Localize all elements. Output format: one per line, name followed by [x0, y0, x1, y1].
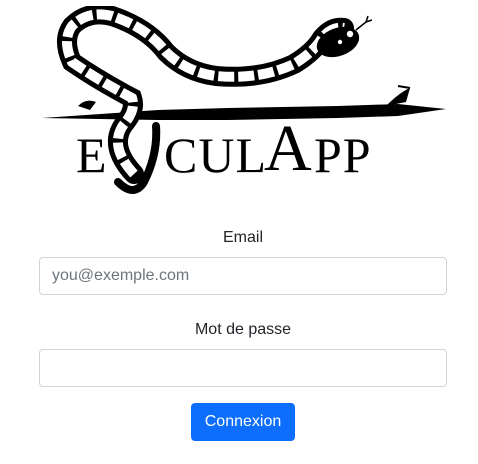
logo-letter-e: E [76, 127, 107, 183]
logo-wordmark: E CUL A PP [38, 112, 448, 182]
login-page: E CUL A PP Email Mot de passe Connexion [0, 0, 478, 464]
esculapp-logo: E CUL A PP [38, 6, 448, 202]
password-group: Mot de passe [39, 318, 447, 387]
serpent-eye [346, 30, 354, 38]
staff-branch-right [386, 88, 410, 106]
login-form: Email Mot de passe Connexion [39, 226, 447, 441]
logo-letters-pp: PP [314, 127, 372, 183]
email-field[interactable] [39, 257, 447, 295]
submit-row: Connexion [39, 403, 447, 441]
password-field[interactable] [39, 349, 447, 387]
email-label: Email [222, 229, 263, 246]
password-label: Mot de passe [194, 321, 292, 338]
staff-branch-left [78, 100, 96, 110]
email-group: Email [39, 226, 447, 295]
serpent-eye-2 [337, 39, 343, 45]
serpent-tongue [355, 15, 373, 31]
staff-twig-right [397, 85, 411, 89]
logo-letters-cul: CUL [164, 127, 267, 183]
login-button[interactable]: Connexion [190, 403, 296, 441]
logo-letter-a: A [264, 112, 312, 185]
